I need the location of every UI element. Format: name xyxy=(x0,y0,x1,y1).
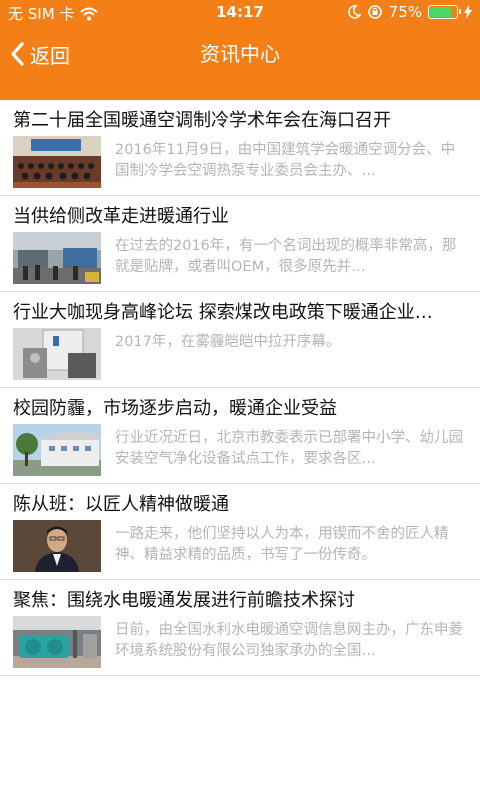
news-title: 校园防霾，市场逐步启动，暖通企业受益 xyxy=(13,398,337,419)
battery-icon xyxy=(428,5,461,19)
news-item[interactable]: 行业大咖现身高峰论坛 探索煤改电政策下暖通企业… 2017年，在雾霾皑皑中拉开序… xyxy=(0,292,480,388)
battery-tip xyxy=(459,9,461,14)
news-summary: 行业近况近日，北京市教委表示已部署中小学、幼儿园安装空气净化设备试点工作，要求各… xyxy=(115,430,463,467)
news-item[interactable]: 陈从班：以匠人精神做暖通 一路走来，他们坚持以人为本，用锲而不舍的匠人精神、精益… xyxy=(0,484,480,580)
news-summary: 2016年11月9日，由中国建筑学会暖通空调分会、中国制冷学会空调热泵专业委员会… xyxy=(115,142,456,179)
news-list: 第二十届全国暖通空调制冷学术年会在海口召开 2016年11月9日，由中国建筑学会… xyxy=(0,100,480,676)
news-summary: 日前，由全国水利水电暖通空调信息网主办，广东申菱环境系统股份有限公司独家承办的全… xyxy=(115,622,463,659)
news-item[interactable]: 第二十届全国暖通空调制冷学术年会在海口召开 2016年11月9日，由中国建筑学会… xyxy=(0,100,480,196)
news-thumbnail-school xyxy=(13,424,101,476)
page-title: 资讯中心 xyxy=(200,42,280,66)
news-item[interactable]: 当供给侧改革走进暖通行业 在过去的2016年，有一个名词出现的概率非常高，那就是… xyxy=(0,196,480,292)
news-summary: 在过去的2016年，有一个名词出现的概率非常高，那就是贴牌，或者叫OEM，很多原… xyxy=(115,238,457,275)
news-thumbnail-conference xyxy=(13,136,101,188)
news-summary: 2017年，在雾霾皑皑中拉开序幕。 xyxy=(115,334,341,350)
news-item[interactable]: 聚焦：围绕水电暖通发展进行前瞻技术探讨 日前，由全国水利水电暖通空调信息网主办，… xyxy=(0,580,480,676)
charging-bolt-icon xyxy=(464,5,472,19)
news-item[interactable]: 校园防霾，市场逐步启动，暖通企业受益 行业近况近日，北京市教委表示已部署中小学、… xyxy=(0,388,480,484)
top-bar: 无 SIM 卡 14:17 75% 返回 资讯中心 xyxy=(0,0,480,100)
battery-fill xyxy=(430,7,451,17)
status-bar: 无 SIM 卡 14:17 75% xyxy=(0,0,480,26)
rotation-lock-icon xyxy=(367,5,382,19)
news-thumbnail-equipment xyxy=(13,328,101,380)
moon-icon xyxy=(347,5,361,19)
news-title: 当供给侧改革走进暖通行业 xyxy=(13,206,229,227)
news-title: 第二十届全国暖通空调制冷学术年会在海口召开 xyxy=(13,110,391,131)
status-right: 75% xyxy=(347,3,472,21)
news-title: 聚焦：围绕水电暖通发展进行前瞻技术探讨 xyxy=(13,590,355,611)
news-title: 行业大咖现身高峰论坛 探索煤改电政策下暖通企业… xyxy=(13,302,433,323)
news-summary: 一路走来，他们坚持以人为本，用锲而不舍的匠人精神、精益求精的品质，书写了一份传奇… xyxy=(115,526,449,563)
news-thumbnail-machinery xyxy=(13,616,101,668)
battery-percent: 75% xyxy=(388,3,422,21)
news-thumbnail-factory xyxy=(13,232,101,284)
news-title: 陈从班：以匠人精神做暖通 xyxy=(13,494,229,515)
news-thumbnail-portrait xyxy=(13,520,101,572)
nav-bar: 返回 资讯中心 xyxy=(0,26,480,100)
